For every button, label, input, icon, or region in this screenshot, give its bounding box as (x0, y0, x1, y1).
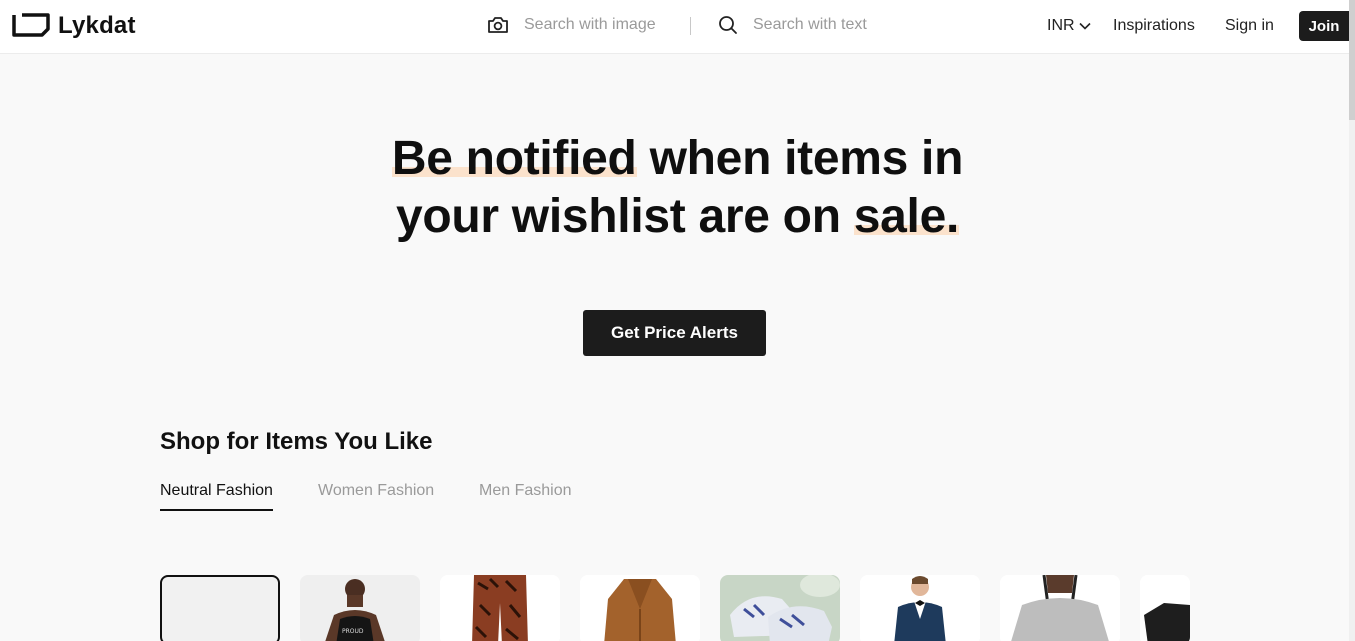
hero-highlight-sale: sale. (853, 190, 960, 243)
product-card-sneakers[interactable] (720, 575, 840, 641)
get-price-alerts-button[interactable]: Get Price Alerts (583, 310, 766, 356)
logo-text: Lykdat (58, 12, 136, 39)
chevron-down-icon (1078, 22, 1091, 30)
search-with-text[interactable]: Search with text (718, 15, 867, 35)
search-text-label: Search with text (753, 16, 867, 33)
logo[interactable]: Lykdat (12, 12, 136, 40)
hero-line1-text: when items in (636, 132, 964, 185)
scrollbar[interactable] (1349, 0, 1355, 641)
currency-label: INR (1047, 17, 1075, 34)
currency-selector[interactable]: INR (1047, 17, 1091, 35)
tab-women-fashion[interactable]: Women Fashion (318, 482, 434, 509)
hero-line-2: your wishlist are on sale. (0, 188, 1355, 246)
lykdat-logo-icon (12, 13, 50, 37)
hero-title: Be notified when items in your wishlist … (0, 130, 1355, 246)
product-image (440, 575, 560, 641)
product-card-tank-top[interactable]: PROUD (300, 575, 420, 641)
product-image (720, 575, 840, 641)
svg-text:PROUD: PROUD (342, 628, 364, 635)
scroll-thumb[interactable] (1349, 0, 1355, 120)
search-image-label: Search with image (524, 16, 656, 33)
product-image: PROUD (300, 575, 420, 641)
tab-men-fashion[interactable]: Men Fashion (479, 482, 572, 509)
product-image (860, 575, 980, 641)
hero-highlight-notified: Be notified (391, 132, 637, 185)
inspirations-link[interactable]: Inspirations (1113, 17, 1195, 35)
product-image (1140, 575, 1190, 641)
hero-line-1: Be notified when items in (0, 130, 1355, 188)
hero-line2-text: your wishlist are on (395, 190, 854, 243)
product-image (580, 575, 700, 641)
product-card-selected[interactable] (160, 575, 280, 641)
product-card-patterned-pants[interactable] (440, 575, 560, 641)
search-divider (690, 17, 691, 35)
sign-in-link[interactable]: Sign in (1225, 17, 1274, 35)
search-icon (719, 16, 737, 34)
search-with-image[interactable]: Search with image (487, 15, 656, 35)
shop-section-title: Shop for Items You Like (160, 428, 433, 455)
join-button[interactable]: Join (1299, 11, 1349, 41)
product-card-tuxedo[interactable] (860, 575, 980, 641)
product-card-camel-coat[interactable] (580, 575, 700, 641)
camera-icon (488, 17, 508, 33)
product-card-black-bag[interactable] (1140, 575, 1190, 641)
tab-neutral-fashion[interactable]: Neutral Fashion (160, 482, 273, 511)
product-card-grey-sweatshirt[interactable] (1000, 575, 1120, 641)
product-image (1000, 575, 1120, 641)
top-header: Lykdat Search with image Search with tex… (0, 0, 1349, 54)
